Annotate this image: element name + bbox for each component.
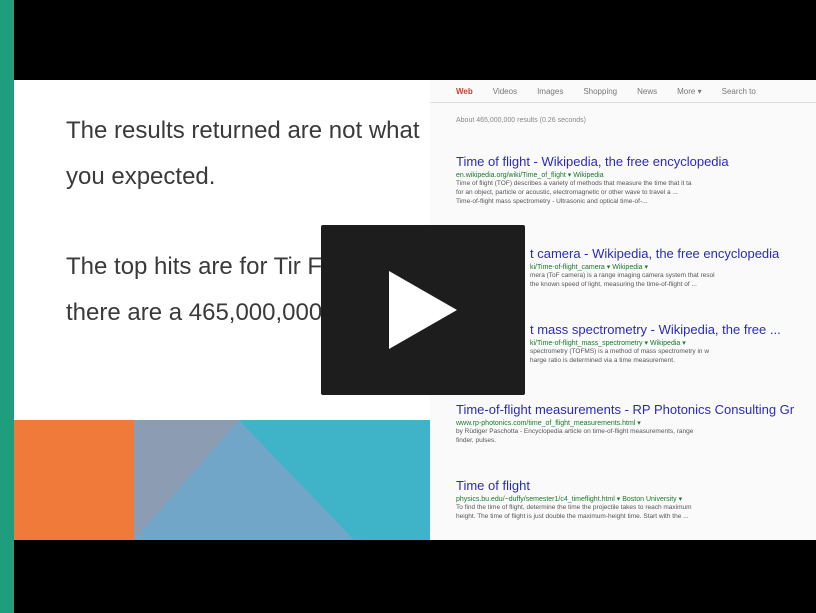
result-snippet: by Rüdiger Paschotta - Encyclopedia arti… — [456, 428, 694, 435]
result-snippet: mera (ToF camera) is a range imaging cam… — [530, 272, 715, 279]
result-stats: About 465,000,000 results (0.26 seconds) — [456, 117, 586, 124]
result-snippet: spectrometry (TOFMS) is a method of mass… — [530, 348, 710, 355]
search-result: Time-of-flight measurements - RP Photoni… — [456, 402, 816, 445]
result-title: t camera - Wikipedia, the free encyclope… — [530, 246, 780, 261]
tab-news: News — [637, 86, 658, 96]
result-url: www.rp-photonics.com/time_of_flight_meas… — [456, 420, 641, 427]
result-snippet: the known speed of light, measuring the … — [530, 281, 697, 288]
result-title: Time of flight — [456, 478, 530, 493]
result-title: Time of flight - Wikipedia, the free enc… — [456, 154, 729, 169]
result-url: ki/Time-of-flight_camera ▾ Wikipedia ▾ — [530, 264, 649, 271]
search-result: t mass spectrometry - Wikipedia, the fre… — [530, 322, 816, 365]
result-url: ki/Time-of-flight_mass_spectrometry ▾ Wi… — [530, 340, 686, 347]
tab-web: Web — [456, 86, 473, 96]
search-result: Time of flight - Wikipedia, the free enc… — [456, 154, 816, 206]
play-icon — [389, 271, 457, 349]
result-snippet: Time of flight (TOF) describes a variety… — [456, 180, 692, 187]
result-snippet: To find the time of flight, determine th… — [456, 504, 692, 511]
slide-decoration — [14, 420, 434, 540]
play-button[interactable] — [321, 225, 525, 395]
search-result: Time of flight physics.bu.edu/~duffy/sem… — [456, 478, 816, 521]
result-snippet: Time-of-flight mass spectrometry - Ultra… — [456, 198, 648, 205]
bullet-1: The results returned are not what you ex… — [66, 117, 420, 190]
tab-videos: Videos — [492, 86, 518, 96]
result-title: Time-of-flight measurements - RP Photoni… — [456, 402, 795, 417]
video-frame: The results returned are not what you ex… — [14, 0, 816, 613]
result-title: t mass spectrometry - Wikipedia, the fre… — [530, 322, 781, 337]
tab-images: Images — [537, 86, 564, 96]
tab-shopping: Shopping — [583, 86, 618, 96]
result-snippet: finder, pulses. — [456, 437, 497, 444]
tab-search-tools: Search to — [721, 86, 756, 96]
search-result: t camera - Wikipedia, the free encyclope… — [530, 246, 816, 289]
result-snippet: harge ratio is determined via a time mea… — [530, 357, 675, 364]
result-snippet: for an object, particle or acoustic, ele… — [456, 189, 678, 196]
result-snippet: height. The time of flight is just doubl… — [456, 513, 689, 520]
tab-more: More ▾ — [677, 86, 702, 96]
result-url: en.wikipedia.org/wiki/Time_of_flight ▾ W… — [456, 172, 604, 179]
result-url: physics.bu.edu/~duffy/semester1/c4_timef… — [456, 496, 683, 503]
search-tabs: Web Videos Images Shopping News More ▾ S… — [430, 80, 816, 103]
